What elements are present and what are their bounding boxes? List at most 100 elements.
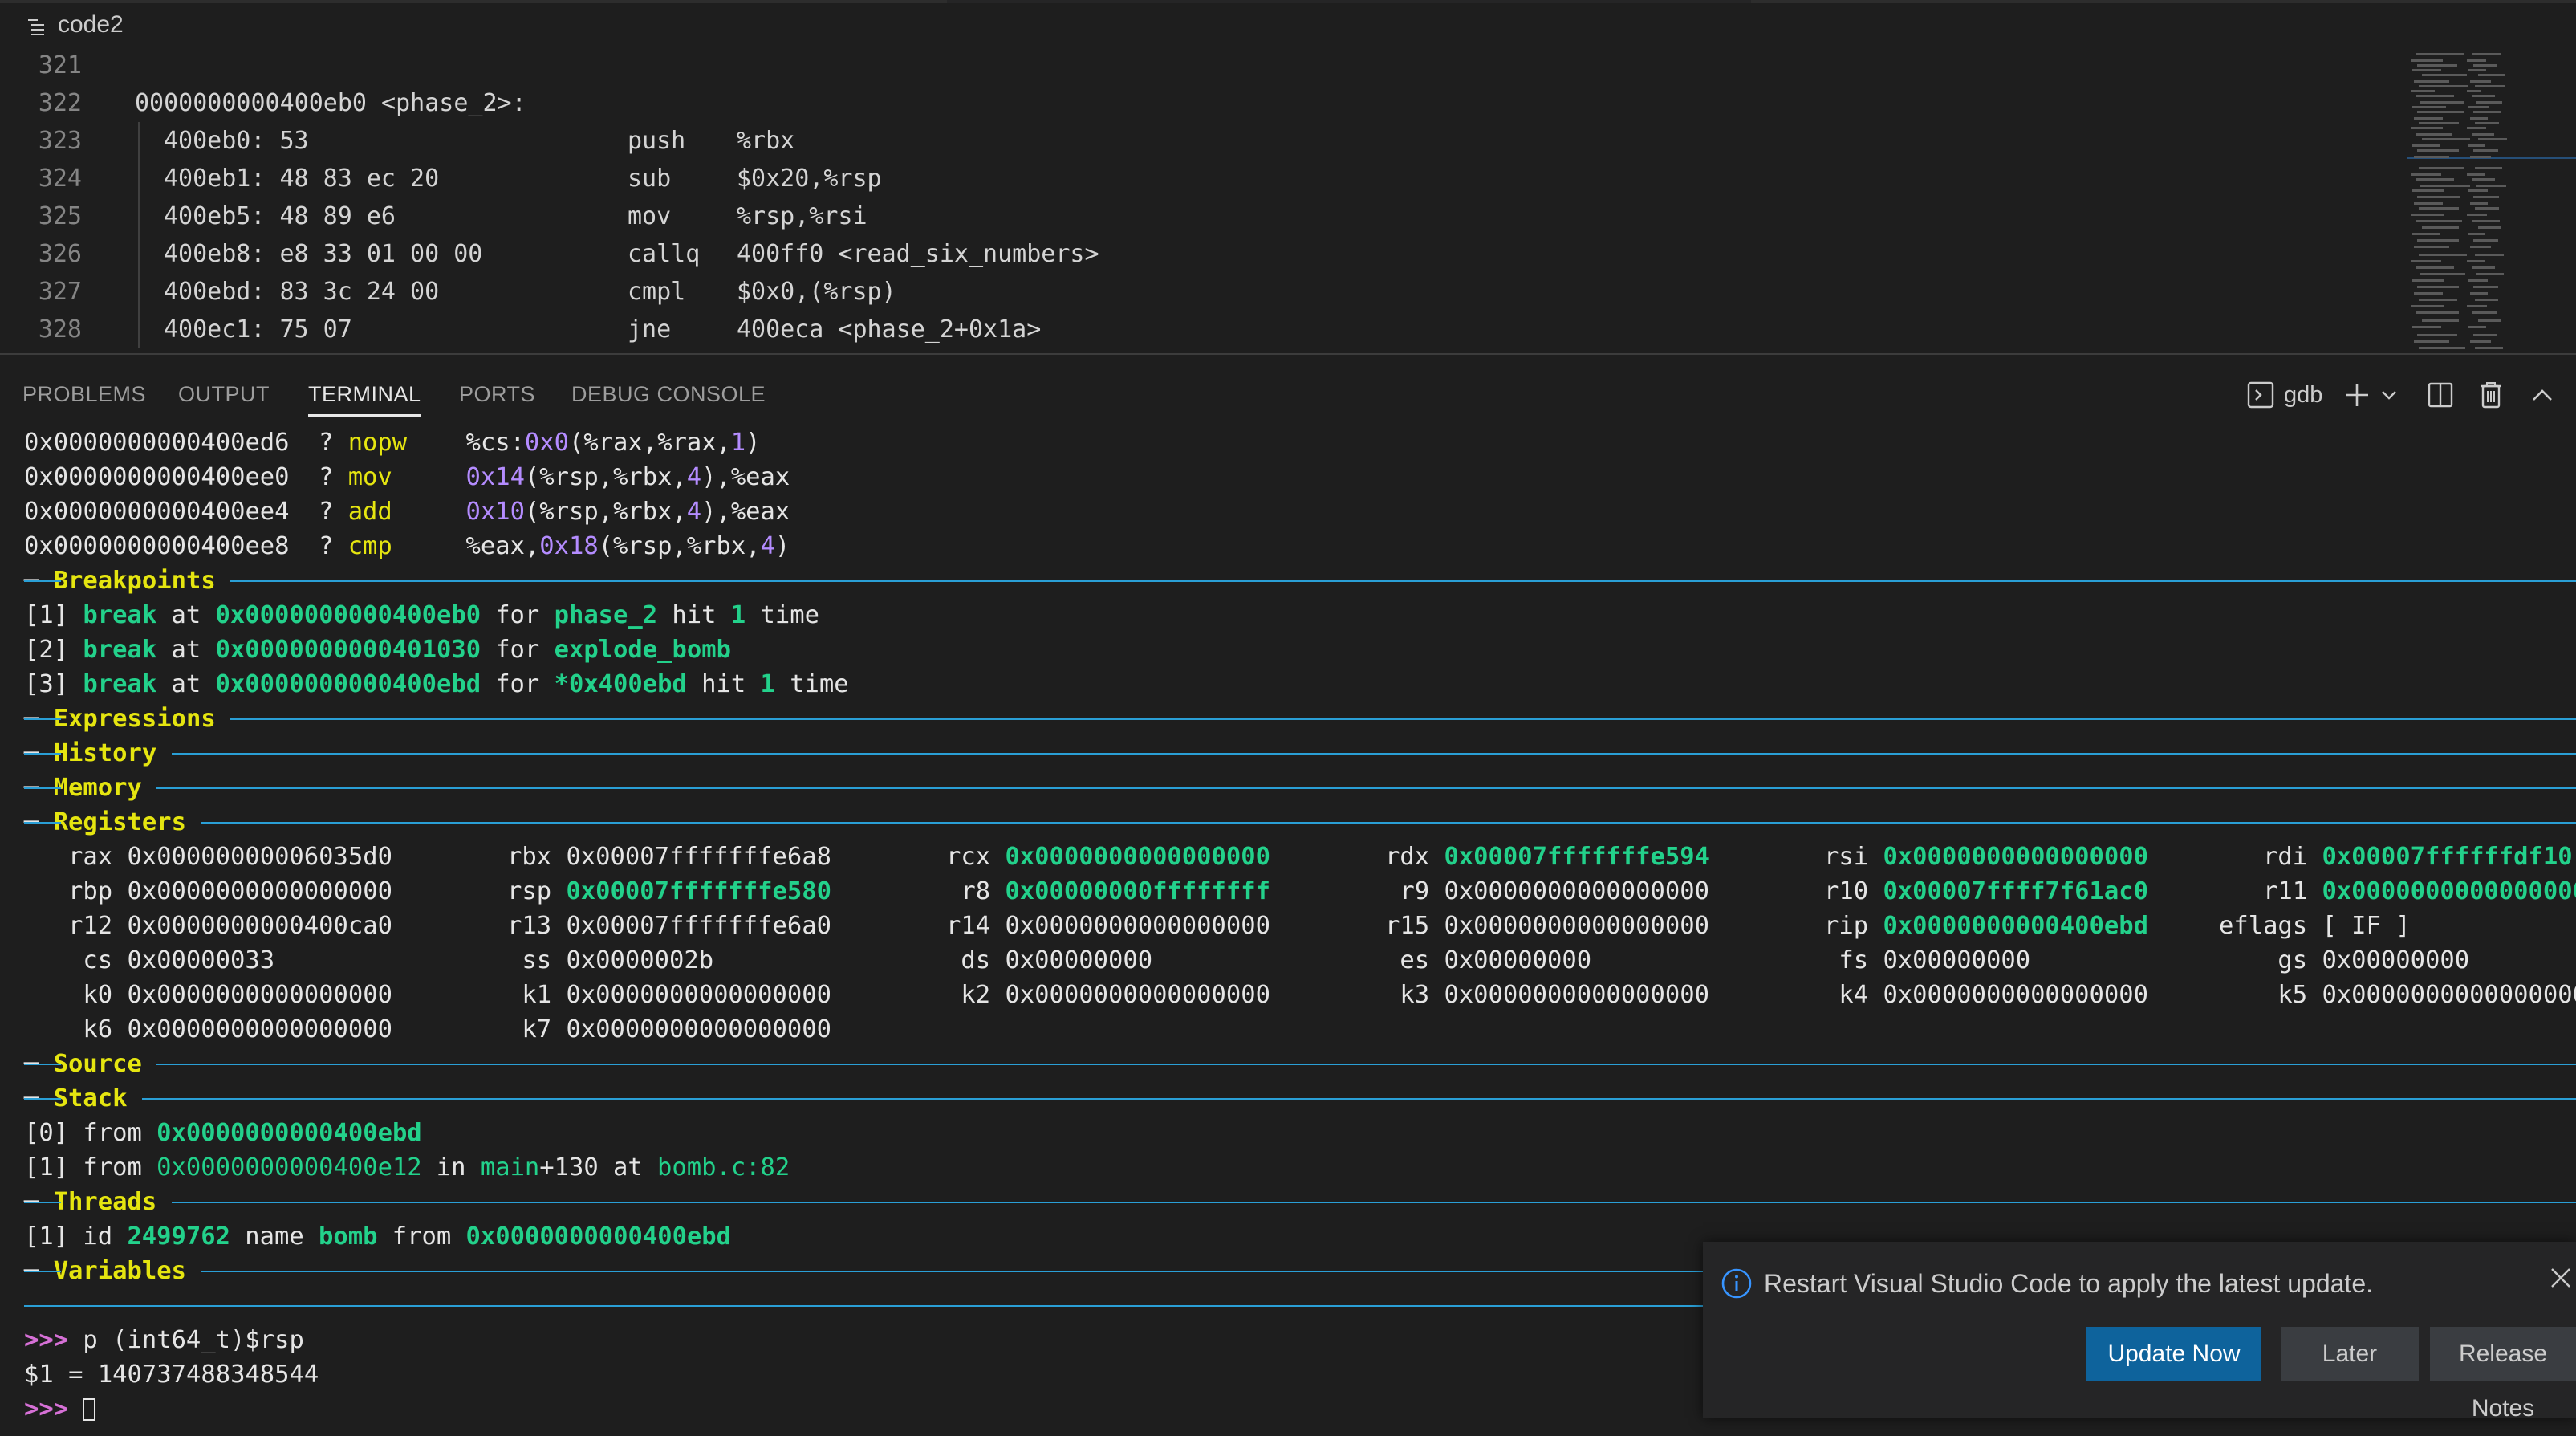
minimap-line (2416, 178, 2454, 181)
register-value: 0x0000000000000000 (127, 1012, 392, 1047)
minimap-line (2473, 239, 2498, 242)
minimap-line (2416, 311, 2459, 314)
update-now-button[interactable]: Update Now (2086, 1327, 2261, 1381)
section-header: ─Stack (0, 1081, 2576, 1116)
register-value: 0x00000000006035d0 (127, 840, 392, 874)
code-line[interactable]: 324400eb1: 48 83 ec 20sub$0x20,%rsp (0, 160, 2399, 197)
terminal-icon (2247, 381, 2274, 409)
close-icon[interactable] (2547, 1264, 2574, 1292)
minimap-line (2414, 202, 2443, 205)
indent-guide (138, 122, 140, 160)
minimap-line (2419, 122, 2459, 124)
minimap-line (2475, 207, 2499, 210)
register-value: 0x0000000000000000 (1444, 978, 1709, 1012)
register-value: 0x0000000000000000 (1444, 909, 1709, 943)
terminal-cursor[interactable] (83, 1398, 95, 1421)
code-line[interactable]: 327400ebd: 83 3c 24 00cmpl$0x0,(%rsp) (0, 273, 2399, 311)
split-terminal-button[interactable] (2427, 379, 2454, 411)
register-name: r15 (1385, 909, 1429, 943)
terminal-selector[interactable]: gdb (2247, 379, 2322, 411)
indent-guide (138, 235, 140, 273)
section-rule (24, 1271, 61, 1272)
disasm-marker: ? (319, 494, 333, 529)
section-title-source: Source (54, 1047, 142, 1081)
new-terminal-button[interactable] (2343, 379, 2371, 411)
register-name: k0 (83, 978, 112, 1012)
register-value: 0x0000000000000000 (566, 978, 831, 1012)
tab-ports[interactable]: PORTS (459, 382, 535, 407)
maximize-panel-button[interactable] (2531, 379, 2554, 411)
asm-operands: $0x0,(%rsp) (737, 273, 896, 311)
asm-address: 400eb8: e8 33 01 00 00 (164, 235, 482, 273)
minimap-line (2470, 117, 2488, 120)
register-name: rax (68, 840, 112, 874)
asm-mnemonic: cmpl (628, 273, 685, 311)
minimap-line (2470, 202, 2488, 205)
disasm-mnemonic: mov (348, 460, 392, 494)
disasm-operand: 0x18 (539, 529, 598, 563)
section-header: ─Memory (0, 771, 2576, 805)
minimap-line (2414, 340, 2449, 343)
register-name: rbx (507, 840, 551, 874)
code-line[interactable]: 325400eb5: 48 89 e6mov%rsp,%rsi (0, 197, 2399, 235)
outline-icon[interactable] (27, 18, 45, 35)
minimap-line (2417, 149, 2459, 152)
kill-terminal-button[interactable] (2478, 379, 2504, 411)
register-name: fs (1839, 943, 1868, 978)
section-rule (201, 822, 2576, 824)
register-name: r10 (1824, 874, 1868, 909)
code-line[interactable]: 326400eb8: e8 33 01 00 00callq400ff0 <re… (0, 235, 2399, 273)
section-title-history: History (54, 736, 157, 771)
minimap-line (2467, 214, 2487, 216)
code-line[interactable]: 323400eb0: 53push%rbx (0, 122, 2399, 160)
minimap-line (2417, 64, 2457, 67)
disasm-operand: 1 (731, 425, 746, 460)
asm-address: 400ebd: 83 3c 24 00 (164, 273, 439, 311)
code-line[interactable]: 3220000000000400eb0 <phase_2>: (0, 84, 2399, 122)
later-button[interactable]: Later (2281, 1327, 2419, 1381)
minimap-line (2478, 74, 2505, 76)
minimap-line (2476, 101, 2502, 104)
tab-debug-console[interactable]: DEBUG CONSOLE (571, 382, 766, 407)
register-value: 0x0000000000400ca0 (127, 909, 392, 943)
code-editor[interactable]: 3213220000000000400eb0 <phase_2>:323400e… (0, 50, 2576, 353)
disasm-operand: (%rsp,%rbx, (525, 460, 687, 494)
register-name: rdi (2263, 840, 2307, 874)
disasm-address: 0x0000000000400ed6 (24, 425, 290, 460)
code-line[interactable]: 328400ec1: 75 07jne400eca <phase_2+0x1a> (0, 311, 2399, 348)
terminal-dropdown[interactable] (2380, 379, 2398, 411)
section-rule (24, 787, 61, 789)
register-value: 0x0000000000000000 (1444, 874, 1709, 909)
register-row: cs0x00000033ss0x0000002bds0x00000000es0x… (0, 943, 2576, 978)
section-title-registers: Registers (54, 805, 186, 840)
frame-function: main (481, 1150, 539, 1185)
minimap-line (2475, 85, 2505, 87)
breakpoint-row: [3]breakat0x0000000000400ebdfor*0x400ebd… (0, 667, 2576, 702)
section-title-memory: Memory (54, 771, 142, 805)
code-line[interactable]: 321 (0, 50, 2399, 84)
breakpoint-hit: hit (672, 598, 716, 633)
minimap-line (2476, 185, 2506, 187)
frame-file: bomb.c (657, 1150, 746, 1185)
section-rule (24, 1098, 61, 1100)
register-value: 0x0000000000400ebd (1883, 909, 2148, 943)
tab-problems[interactable]: PROBLEMS (22, 382, 146, 407)
asm-address: 400ec1: 75 07 (164, 311, 352, 348)
minimap-line (2420, 101, 2464, 104)
minimap-line (2472, 53, 2501, 55)
disasm-operand: (%rsp,%rbx, (599, 529, 761, 563)
tab-terminal[interactable]: TERMINAL (308, 382, 421, 407)
indent-guide (138, 197, 140, 235)
register-value: 0x0000000000000000 (1005, 978, 1270, 1012)
asm-operands: %rbx (737, 122, 794, 160)
minimap-line (2419, 347, 2465, 349)
release-notes-button[interactable]: Release Notes (2430, 1327, 2576, 1381)
section-title-stack: Stack (54, 1081, 128, 1116)
indent-guide (138, 160, 140, 197)
indent-guide (138, 311, 140, 348)
register-value: 0x0000000000000000 (127, 874, 392, 909)
minimap[interactable] (2407, 50, 2576, 353)
register-name: es (1400, 943, 1429, 978)
tab-output[interactable]: OUTPUT (178, 382, 270, 407)
stack-frame: [1]from0x0000000000400e12inmain+130atbom… (0, 1150, 2576, 1185)
